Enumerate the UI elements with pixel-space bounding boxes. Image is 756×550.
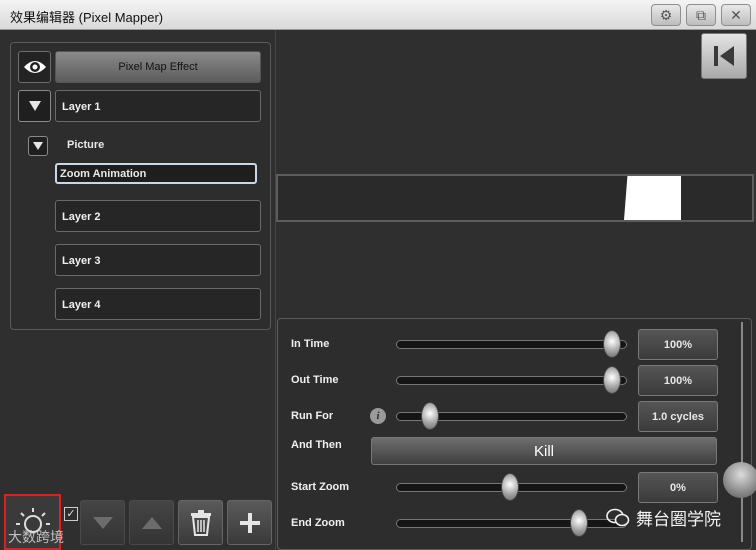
in-time-slider-knob[interactable] (603, 330, 621, 358)
eye-icon (23, 61, 46, 73)
info-icon[interactable]: i (370, 408, 386, 424)
end-zoom-slider-knob[interactable] (570, 509, 588, 537)
plus-icon (239, 512, 260, 533)
end-zoom-slider[interactable] (396, 519, 627, 528)
run-for-slider-knob[interactable] (421, 402, 439, 430)
layer-3-item[interactable]: Layer 3 (55, 244, 261, 276)
skip-to-start-button[interactable] (701, 33, 747, 79)
in-time-slider[interactable] (396, 340, 627, 349)
window-title: 效果编辑器 (Pixel Mapper) (10, 10, 164, 25)
start-zoom-label: Start Zoom (291, 481, 350, 493)
restore-icon: ⧉ (696, 6, 706, 23)
scroll-thumb[interactable] (723, 462, 756, 498)
move-up-button[interactable] (129, 500, 174, 545)
preview-shape (624, 176, 681, 220)
layer-2-item[interactable]: Layer 2 (55, 200, 261, 232)
move-down-button[interactable] (80, 500, 125, 545)
settings-button[interactable]: ⚙ (651, 4, 681, 26)
wechat-icon (606, 508, 630, 526)
chevron-down-icon (28, 101, 41, 111)
up-arrow-icon (141, 516, 162, 529)
parameter-scrollbar[interactable] (723, 322, 756, 542)
in-time-value[interactable]: 100% (638, 329, 718, 360)
zoom-animation-item[interactable]: Zoom Animation (55, 163, 257, 184)
trash-icon (190, 509, 211, 536)
run-for-label: Run For (291, 410, 334, 422)
and-then-label: And Then (291, 439, 342, 451)
out-time-slider[interactable] (396, 376, 627, 385)
skip-to-start-icon (714, 46, 734, 66)
pixel-map-effect-button[interactable]: Pixel Map Effect (55, 51, 261, 83)
out-time-label: Out Time (291, 374, 339, 386)
start-zoom-value[interactable]: 0% (638, 472, 718, 503)
run-for-value[interactable]: 1.0 cycles (638, 401, 718, 432)
picture-label: Picture (67, 139, 105, 151)
layer-1-item[interactable]: Layer 1 (55, 90, 261, 122)
close-icon: ✕ (730, 6, 742, 23)
chevron-down-icon (33, 142, 43, 150)
watermark-left: 大数跨境 (8, 529, 64, 545)
layer-tree-panel (10, 42, 271, 330)
close-button[interactable]: ✕ (721, 4, 751, 26)
out-time-value[interactable]: 100% (638, 365, 718, 396)
panel-divider (275, 30, 276, 550)
title-bar: 效果编辑器 (Pixel Mapper) ⚙ ⧉ ✕ (0, 0, 756, 30)
watermark-right-text: 舞台圈学院 (636, 510, 721, 529)
picture-expand-button[interactable] (28, 136, 48, 156)
add-button[interactable] (227, 500, 272, 545)
watermark-right: 舞台圈学院 (606, 505, 721, 530)
in-time-label: In Time (291, 338, 330, 350)
check-icon[interactable]: ✓ (64, 507, 78, 521)
visibility-toggle-button[interactable] (18, 51, 51, 83)
scroll-track (741, 322, 743, 542)
restore-button[interactable]: ⧉ (686, 4, 716, 26)
down-arrow-icon (92, 516, 113, 529)
and-then-kill-button[interactable]: Kill (371, 437, 717, 465)
out-time-slider-knob[interactable] (603, 366, 621, 394)
end-zoom-label: End Zoom (291, 517, 345, 529)
layer-4-item[interactable]: Layer 4 (55, 288, 261, 320)
start-zoom-slider-knob[interactable] (501, 473, 519, 501)
layer-1-expand-button[interactable] (18, 90, 51, 122)
delete-button[interactable] (178, 500, 223, 545)
gear-icon: ⚙ (659, 6, 673, 23)
pixel-preview (276, 174, 754, 222)
